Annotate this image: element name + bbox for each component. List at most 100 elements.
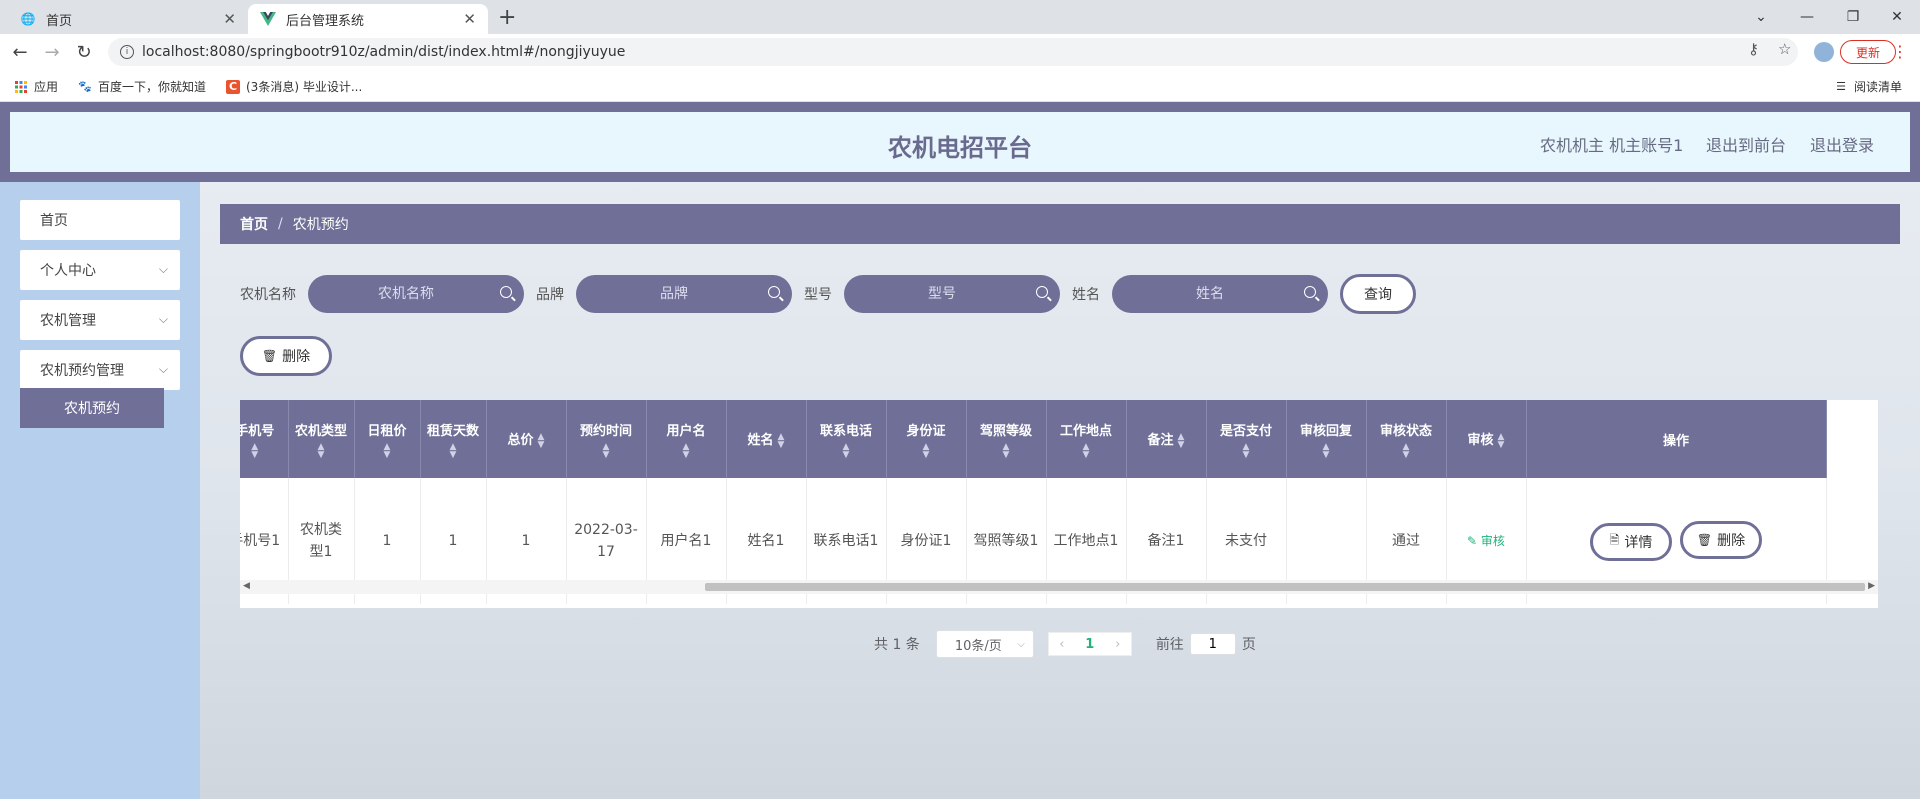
- column-header[interactable]: 农机类型 ▲ ▼: [288, 400, 355, 478]
- logout-link[interactable]: 退出登录: [1810, 132, 1874, 156]
- sort-caret-icon[interactable]: ▲ ▼: [967, 442, 1046, 459]
- column-header[interactable]: 操作: [1526, 400, 1827, 478]
- search-input-machine-name[interactable]: [308, 275, 524, 313]
- bookmark-apps[interactable]: 应用: [14, 78, 58, 95]
- sort-caret-icon[interactable]: ▲ ▼: [538, 432, 545, 449]
- column-header[interactable]: 身份证 ▲ ▼: [886, 400, 967, 478]
- batch-delete-button[interactable]: 🗑 删除: [240, 336, 332, 376]
- detail-button[interactable]: 🗎 详情: [1590, 522, 1672, 561]
- sort-caret-icon[interactable]: ▲ ▼: [1047, 442, 1126, 459]
- next-page-icon[interactable]: ›: [1115, 637, 1120, 652]
- search-input-model[interactable]: [844, 275, 1060, 313]
- browser-tab-home[interactable]: 🌐 首页 ✕: [8, 4, 248, 34]
- sort-caret-icon[interactable]: ▲ ▼: [567, 442, 646, 459]
- sort-caret-icon[interactable]: ▲ ▼: [289, 442, 354, 459]
- trash-icon: 🗑: [1696, 533, 1713, 548]
- reading-list-label: 阅读清单: [1854, 80, 1903, 94]
- column-header[interactable]: 是否支付 ▲ ▼: [1206, 400, 1287, 478]
- column-header[interactable]: 联系电话 ▲ ▼: [806, 400, 887, 478]
- column-header[interactable]: 工作地点 ▲ ▼: [1046, 400, 1127, 478]
- column-header[interactable]: 用户名 ▲ ▼: [646, 400, 727, 478]
- sort-caret-icon[interactable]: ▲ ▼: [1498, 432, 1505, 449]
- search-input-name[interactable]: [1112, 275, 1328, 313]
- tab-search-icon[interactable]: ⌄: [1738, 0, 1784, 34]
- update-button[interactable]: 更新: [1840, 40, 1896, 64]
- back-arrow-icon[interactable]: ←: [8, 40, 32, 64]
- breadcrumb-home[interactable]: 首页: [240, 214, 268, 234]
- key-icon[interactable]: ⚷: [1748, 40, 1759, 58]
- column-header[interactable]: 审核回复 ▲ ▼: [1286, 400, 1367, 478]
- sort-caret-icon[interactable]: ▲ ▼: [647, 442, 726, 459]
- column-header[interactable]: 驾照等级 ▲ ▼: [966, 400, 1047, 478]
- window-close-icon[interactable]: ✕: [1874, 0, 1920, 34]
- sort-caret-icon[interactable]: ▲ ▼: [1287, 442, 1366, 459]
- star-bookmark-icon[interactable]: ☆: [1778, 40, 1791, 58]
- scroll-left-icon[interactable]: ◀: [243, 581, 250, 591]
- close-icon[interactable]: ✕: [223, 10, 236, 28]
- cell-text: 驾照等级1: [973, 533, 1039, 549]
- cell-text: 通过: [1392, 533, 1420, 549]
- restore-icon[interactable]: ❐: [1830, 0, 1876, 34]
- sort-caret-icon[interactable]: ▲ ▼: [887, 442, 966, 459]
- sort-caret-icon[interactable]: ▲ ▼: [778, 432, 785, 449]
- sort-caret-icon[interactable]: ▲ ▼: [1367, 442, 1446, 459]
- query-button[interactable]: 查询: [1340, 274, 1416, 314]
- sort-caret-icon[interactable]: ▲ ▼: [807, 442, 886, 459]
- search-icon: [768, 286, 780, 298]
- cell-text: 1: [521, 533, 531, 549]
- audit-link[interactable]: ✎ 审核: [1467, 534, 1505, 548]
- search-label-model: 型号: [804, 287, 832, 303]
- horizontal-scrollbar[interactable]: ◀ ▶: [240, 580, 1878, 594]
- prev-page-icon[interactable]: ‹: [1059, 637, 1064, 652]
- cell-text: 2022-03-17: [574, 522, 638, 560]
- column-header[interactable]: 备注 ▲ ▼: [1126, 400, 1207, 478]
- exit-to-front-link[interactable]: 退出到前台: [1706, 132, 1786, 156]
- column-header-label: 姓名: [747, 433, 774, 449]
- minimize-icon[interactable]: —: [1784, 0, 1830, 34]
- page-number[interactable]: 1: [1085, 637, 1094, 652]
- cell-text: 手机号1: [240, 533, 281, 549]
- sidebar-subitem-reservation[interactable]: 农机预约: [20, 388, 164, 428]
- pagination-total: 共 1 条: [874, 637, 920, 653]
- column-header[interactable]: 审核状态 ▲ ▼: [1366, 400, 1447, 478]
- bookmark-baidu[interactable]: 🐾 百度一下，你就知道: [78, 78, 206, 95]
- more-menu-icon[interactable]: ⋮: [1892, 42, 1908, 61]
- profile-avatar[interactable]: [1814, 42, 1834, 62]
- sidebar-item-machine-management[interactable]: 农机管理 ⌵: [20, 300, 180, 340]
- forward-arrow-icon[interactable]: →: [40, 40, 64, 64]
- goto-page-input[interactable]: [1189, 633, 1236, 655]
- sidebar-item-reservation-management[interactable]: 农机预约管理 ⌵: [20, 350, 180, 390]
- column-header[interactable]: 审核 ▲ ▼: [1446, 400, 1527, 478]
- cell-text: 未支付: [1225, 533, 1267, 549]
- row-delete-button[interactable]: 🗑 删除: [1680, 521, 1762, 560]
- new-tab-plus-icon[interactable]: +: [498, 5, 516, 30]
- scrollbar-thumb[interactable]: [705, 583, 1865, 591]
- column-header[interactable]: 姓名 ▲ ▼: [726, 400, 807, 478]
- scroll-right-icon[interactable]: ▶: [1868, 581, 1875, 591]
- sort-caret-icon[interactable]: ▲ ▼: [355, 442, 420, 459]
- column-header[interactable]: 手机号 ▲ ▼: [240, 400, 289, 478]
- current-user: 农机机主 机主账号1: [1540, 136, 1684, 155]
- goto-prefix: 前往: [1155, 637, 1184, 653]
- column-header[interactable]: 日租价 ▲ ▼: [354, 400, 421, 478]
- reading-list[interactable]: ☰ 阅读清单: [1834, 78, 1902, 95]
- sort-caret-icon[interactable]: ▲ ▼: [240, 442, 288, 459]
- sort-caret-icon[interactable]: ▲ ▼: [1178, 432, 1185, 449]
- browser-tab-admin[interactable]: 后台管理系统 ✕: [248, 4, 488, 34]
- sidebar-item-home[interactable]: 首页: [20, 200, 180, 240]
- bookmark-csdn[interactable]: C (3条消息) 毕业设计...: [226, 78, 362, 95]
- column-header[interactable]: 总价 ▲ ▼: [486, 400, 567, 478]
- url-field[interactable]: i localhost:8080/springbootr910z/admin/d…: [108, 38, 1798, 66]
- sort-caret-icon[interactable]: ▲ ▼: [421, 442, 486, 459]
- chevron-down-icon: ⌵: [158, 262, 168, 276]
- sort-caret-icon[interactable]: ▲ ▼: [1207, 442, 1286, 459]
- column-header[interactable]: 租赁天数 ▲ ▼: [420, 400, 487, 478]
- info-icon[interactable]: i: [120, 45, 134, 59]
- reload-icon[interactable]: ↻: [72, 40, 96, 64]
- search-input-brand[interactable]: [576, 275, 792, 313]
- close-icon[interactable]: ✕: [463, 10, 476, 28]
- sidebar-item-label: 个人中心: [40, 263, 96, 279]
- page-size-select[interactable]: 10条/页 ⌵: [935, 630, 1034, 658]
- column-header[interactable]: 预约时间 ▲ ▼: [566, 400, 647, 478]
- sidebar-item-personal-center[interactable]: 个人中心 ⌵: [20, 250, 180, 290]
